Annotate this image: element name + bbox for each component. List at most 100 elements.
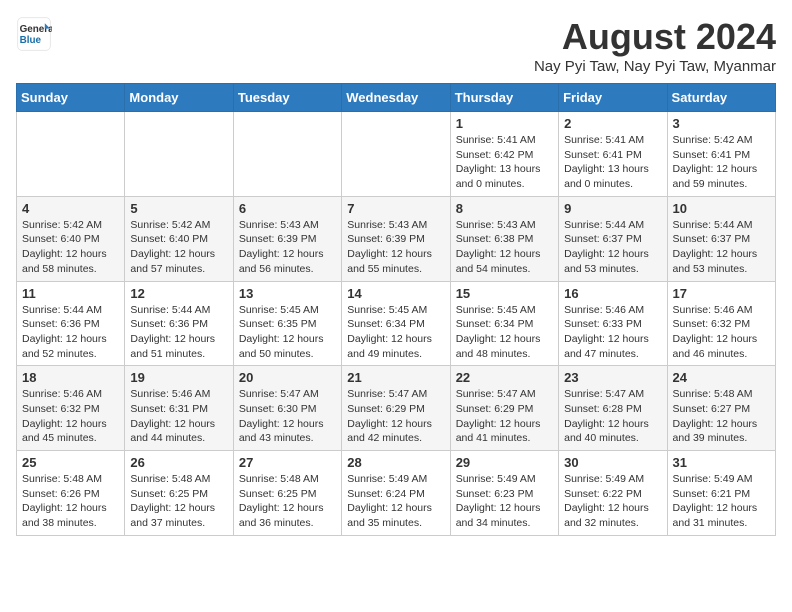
calendar-cell: 3Sunrise: 5:42 AMSunset: 6:41 PMDaylight… [667, 112, 775, 197]
day-number: 28 [347, 455, 444, 470]
calendar-week-5: 25Sunrise: 5:48 AMSunset: 6:26 PMDayligh… [17, 451, 776, 536]
calendar-cell: 11 Sunrise: 5:44 AMSunset: 6:36 PMDayligh… [17, 281, 125, 366]
day-number: 1 [456, 116, 553, 131]
day-info: Sunrise: 5:48 AMSunset: 6:27 PMDaylight:… [673, 387, 770, 446]
column-header-monday: Monday [125, 84, 233, 112]
day-info: Sunrise: 5:47 AMSunset: 6:30 PMDaylight:… [239, 387, 336, 446]
calendar-cell: 13Sunrise: 5:45 AMSunset: 6:35 PMDayligh… [233, 281, 341, 366]
day-info: Sunrise: 5:46 AMSunset: 6:32 PMDaylight:… [673, 303, 770, 362]
column-header-tuesday: Tuesday [233, 84, 341, 112]
day-number: 19 [130, 370, 227, 385]
calendar-cell: 20 Sunrise: 5:47 AMSunset: 6:30 PMDayligh… [233, 366, 341, 451]
day-number: 10 [673, 201, 770, 216]
day-number: 26 [130, 455, 227, 470]
calendar-cell [125, 112, 233, 197]
day-info: Sunrise: 5:45 AMSunset: 6:34 PMDaylight:… [347, 303, 444, 362]
calendar-cell: 26 Sunrise: 5:48 AMSunset: 6:25 PMDayligh… [125, 451, 233, 536]
logo-icon: General Blue [16, 16, 52, 52]
logo: General Blue [16, 16, 58, 52]
day-info: Sunrise: 5:46 AMSunset: 6:31 PMDaylight:… [130, 387, 227, 446]
day-number: 27 [239, 455, 336, 470]
day-number: 3 [673, 116, 770, 131]
calendar-cell: 8Sunrise: 5:43 AMSunset: 6:38 PMDaylight… [450, 196, 558, 281]
day-number: 30 [564, 455, 661, 470]
day-number: 24 [673, 370, 770, 385]
day-number: 23 [564, 370, 661, 385]
day-info: Sunrise: 5:49 AMSunset: 6:24 PMDaylight:… [347, 472, 444, 531]
day-info: Sunrise: 5:42 AMSunset: 6:40 PMDaylight:… [22, 218, 119, 277]
day-number: 21 [347, 370, 444, 385]
svg-text:Blue: Blue [20, 35, 42, 46]
day-number: 8 [456, 201, 553, 216]
day-number: 25 [22, 455, 119, 470]
day-number: 12 [130, 286, 227, 301]
day-number: 15 [456, 286, 553, 301]
calendar-cell: 16 Sunrise: 5:46 AMSunset: 6:33 PMDayligh… [559, 281, 667, 366]
calendar-cell: 19 Sunrise: 5:46 AMSunset: 6:31 PMDayligh… [125, 366, 233, 451]
calendar-cell: 2Sunrise: 5:41 AMSunset: 6:41 PMDaylight… [559, 112, 667, 197]
day-info: Sunrise: 5:46 AMSunset: 6:33 PMDaylight:… [564, 303, 661, 362]
day-info: Sunrise: 5:49 AMSunset: 6:22 PMDaylight:… [564, 472, 661, 531]
day-info: Sunrise: 5:44 AMSunset: 6:36 PMDaylight:… [22, 303, 119, 362]
day-info: Sunrise: 5:47 AMSunset: 6:29 PMDaylight:… [347, 387, 444, 446]
calendar-cell: 27 Sunrise: 5:48 AMSunset: 6:25 PMDayligh… [233, 451, 341, 536]
calendar-cell: 24 Sunrise: 5:48 AMSunset: 6:27 PMDayligh… [667, 366, 775, 451]
subtitle: Nay Pyi Taw, Nay Pyi Taw, Myanmar [534, 58, 776, 75]
day-info: Sunrise: 5:44 AMSunset: 6:37 PMDaylight:… [673, 218, 770, 277]
calendar-cell: 21 Sunrise: 5:47 AMSunset: 6:29 PMDayligh… [342, 366, 450, 451]
day-info: Sunrise: 5:41 AMSunset: 6:41 PMDaylight:… [564, 133, 661, 192]
calendar-cell: 31Sunrise: 5:49 AMSunset: 6:21 PMDayligh… [667, 451, 775, 536]
calendar-cell: 1 Sunrise: 5:41 AMSunset: 6:42 PMDaylight… [450, 112, 558, 197]
calendar-cell: 29Sunrise: 5:49 AMSunset: 6:23 PMDayligh… [450, 451, 558, 536]
day-info: Sunrise: 5:41 AMSunset: 6:42 PMDaylight:… [456, 133, 553, 192]
day-number: 16 [564, 286, 661, 301]
calendar-cell: 5Sunrise: 5:42 AMSunset: 6:40 PMDaylight… [125, 196, 233, 281]
day-number: 20 [239, 370, 336, 385]
calendar-week-3: 11 Sunrise: 5:44 AMSunset: 6:36 PMDayligh… [17, 281, 776, 366]
calendar-cell: 15 Sunrise: 5:45 AMSunset: 6:34 PMDayligh… [450, 281, 558, 366]
day-number: 4 [22, 201, 119, 216]
day-info: Sunrise: 5:48 AMSunset: 6:25 PMDaylight:… [239, 472, 336, 531]
column-header-wednesday: Wednesday [342, 84, 450, 112]
calendar-cell: 9Sunrise: 5:44 AMSunset: 6:37 PMDaylight… [559, 196, 667, 281]
calendar-cell: 14Sunrise: 5:45 AMSunset: 6:34 PMDayligh… [342, 281, 450, 366]
day-info: Sunrise: 5:44 AMSunset: 6:36 PMDaylight:… [130, 303, 227, 362]
main-title: August 2024 [534, 16, 776, 58]
calendar-cell: 6 Sunrise: 5:43 AMSunset: 6:39 PMDaylight… [233, 196, 341, 281]
calendar-cell: 7Sunrise: 5:43 AMSunset: 6:39 PMDaylight… [342, 196, 450, 281]
day-number: 29 [456, 455, 553, 470]
column-header-friday: Friday [559, 84, 667, 112]
column-header-thursday: Thursday [450, 84, 558, 112]
title-block: August 2024 Nay Pyi Taw, Nay Pyi Taw, My… [534, 16, 776, 75]
day-number: 18 [22, 370, 119, 385]
calendar-cell: 12 Sunrise: 5:44 AMSunset: 6:36 PMDayligh… [125, 281, 233, 366]
day-number: 6 [239, 201, 336, 216]
day-info: Sunrise: 5:47 AMSunset: 6:28 PMDaylight:… [564, 387, 661, 446]
calendar-cell [233, 112, 341, 197]
day-number: 11 [22, 286, 119, 301]
calendar-cell: 28 Sunrise: 5:49 AMSunset: 6:24 PMDayligh… [342, 451, 450, 536]
calendar-cell: 22 Sunrise: 5:47 AMSunset: 6:29 PMDayligh… [450, 366, 558, 451]
day-number: 22 [456, 370, 553, 385]
day-info: Sunrise: 5:47 AMSunset: 6:29 PMDaylight:… [456, 387, 553, 446]
day-info: Sunrise: 5:48 AMSunset: 6:25 PMDaylight:… [130, 472, 227, 531]
calendar-cell: 25Sunrise: 5:48 AMSunset: 6:26 PMDayligh… [17, 451, 125, 536]
calendar-week-4: 18Sunrise: 5:46 AMSunset: 6:32 PMDayligh… [17, 366, 776, 451]
day-number: 31 [673, 455, 770, 470]
calendar-week-1: 1 Sunrise: 5:41 AMSunset: 6:42 PMDaylight… [17, 112, 776, 197]
calendar-cell: 10 Sunrise: 5:44 AMSunset: 6:37 PMDayligh… [667, 196, 775, 281]
day-number: 13 [239, 286, 336, 301]
day-info: Sunrise: 5:43 AMSunset: 6:39 PMDaylight:… [239, 218, 336, 277]
calendar-cell [17, 112, 125, 197]
column-header-saturday: Saturday [667, 84, 775, 112]
day-info: Sunrise: 5:45 AMSunset: 6:34 PMDaylight:… [456, 303, 553, 362]
calendar-cell: 17Sunrise: 5:46 AMSunset: 6:32 PMDayligh… [667, 281, 775, 366]
page-header: General Blue August 2024 Nay Pyi Taw, Na… [16, 16, 776, 75]
calendar-cell: 4 Sunrise: 5:42 AMSunset: 6:40 PMDaylight… [17, 196, 125, 281]
calendar-cell: 30 Sunrise: 5:49 AMSunset: 6:22 PMDayligh… [559, 451, 667, 536]
day-info: Sunrise: 5:42 AMSunset: 6:40 PMDaylight:… [130, 218, 227, 277]
day-number: 9 [564, 201, 661, 216]
calendar-header-row: SundayMondayTuesdayWednesdayThursdayFrid… [17, 84, 776, 112]
calendar-cell: 18Sunrise: 5:46 AMSunset: 6:32 PMDayligh… [17, 366, 125, 451]
calendar-table: SundayMondayTuesdayWednesdayThursdayFrid… [16, 83, 776, 536]
